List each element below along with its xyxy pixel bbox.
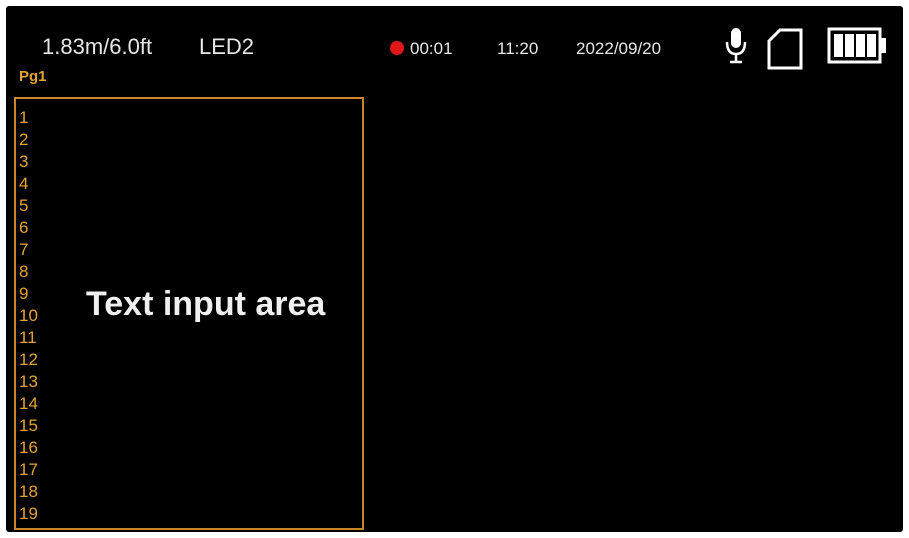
line-number: 15 (19, 416, 38, 435)
led-level: LED2 (199, 34, 255, 59)
recording-time: 00:01 (410, 39, 453, 58)
text-input-area[interactable]: 1 2 3 4 5 6 7 8 9 10 11 12 13 14 15 16 17 18 19 Text input… (14, 97, 364, 530)
line-number: 9 (19, 284, 29, 303)
text-area-placeholder: Text input area (86, 285, 326, 323)
line-number: 1 (19, 108, 29, 127)
line-number: 10 (19, 306, 38, 325)
device-screen: 1.83m/6.0ft LED2 00:01 11:20 2022/09/20 … (6, 6, 903, 532)
line-number: 13 (19, 372, 38, 391)
distance-readout: 1.83m/6.0ft (42, 34, 153, 59)
line-number-list: 1 2 3 4 5 6 7 8 9 10 11 12 13 14 15 16 17 18 19 (19, 107, 38, 525)
line-number: 7 (19, 240, 29, 259)
sd-card-icon (767, 28, 803, 70)
line-number: 16 (19, 438, 38, 457)
page-label: Pg1 (19, 68, 47, 85)
microphone-icon (725, 28, 747, 64)
line-number: 19 (19, 504, 38, 523)
line-number: 14 (19, 394, 38, 413)
line-number: 5 (19, 196, 29, 215)
line-number: 2 (19, 130, 29, 149)
line-number: 17 (19, 460, 38, 479)
date: 2022/09/20 (576, 39, 662, 58)
line-number: 6 (19, 218, 29, 237)
line-number: 11 (19, 328, 37, 347)
battery-icon (827, 27, 886, 64)
clock: 11:20 (497, 39, 539, 58)
line-number: 8 (19, 262, 29, 281)
line-number: 12 (19, 350, 38, 369)
line-number: 4 (19, 174, 29, 193)
line-number: 3 (19, 152, 29, 171)
record-dot-icon (390, 41, 404, 55)
line-number: 18 (19, 482, 38, 501)
